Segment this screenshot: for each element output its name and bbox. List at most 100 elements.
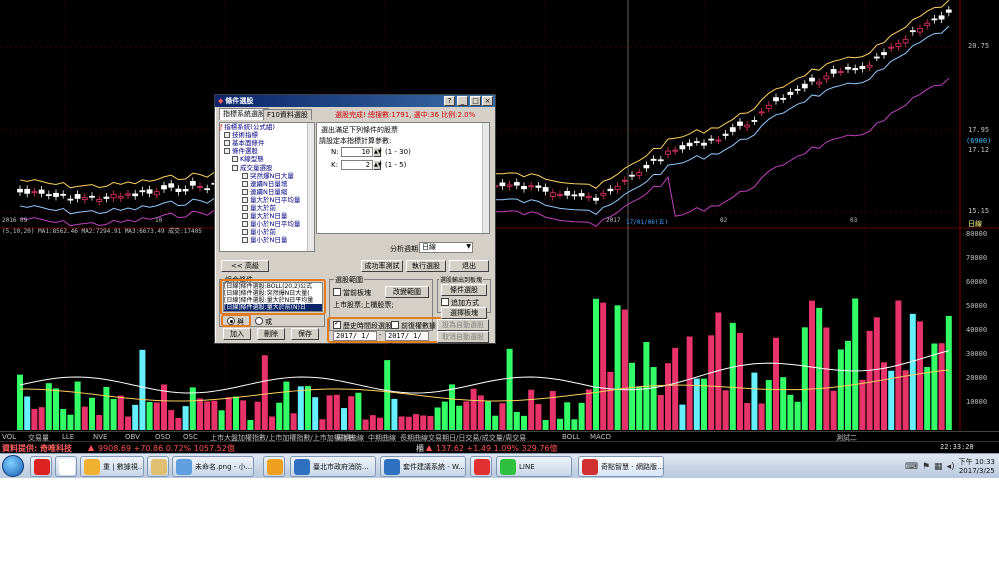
minimize-button[interactable]: _ — [457, 96, 468, 106]
volume-bar — [801, 327, 808, 430]
candle-body — [938, 15, 945, 20]
tree-item-vol-5[interactable]: 量大於前 — [220, 204, 314, 212]
tree-item-vol-9[interactable]: 量小於N日量 — [220, 236, 314, 244]
volume-bar — [297, 386, 304, 430]
network-icon[interactable]: ▦ — [934, 462, 943, 472]
flag-icon[interactable]: ⚑ — [922, 462, 930, 472]
param-scrollbar[interactable] — [482, 123, 489, 233]
tab-f10-screening[interactable]: F10資料選股 — [263, 109, 312, 120]
indicator-tab[interactable]: BOLL — [562, 433, 580, 441]
expand-icon — [232, 156, 238, 163]
tree-item-vol-4[interactable]: 量大於N日平均量 — [220, 196, 314, 204]
taskbar-app-stock[interactable]: 奇點智慧 - 網路版... — [578, 456, 664, 477]
run-screening-button[interactable]: 執行選股 — [406, 260, 446, 272]
language-icon[interactable]: ⌨ — [905, 462, 918, 472]
volume-bar — [621, 309, 628, 430]
volume-bar — [319, 419, 326, 430]
param-title: 選出滿足下列條件的股票 — [321, 126, 398, 134]
k-spinner[interactable]: ▲▼ — [373, 160, 382, 170]
exit-button[interactable]: 退出 — [449, 260, 489, 272]
tree-item-root[interactable]: ƒ 指標系統(公式組) — [220, 123, 314, 131]
taskbar-app-4[interactable] — [147, 456, 169, 477]
change-range-button[interactable]: 改變範圍 — [385, 286, 429, 298]
volume-bar — [837, 349, 844, 430]
choose-board-button[interactable]: 選擇板塊 — [441, 307, 487, 319]
taskbar-app-word[interactable]: 套件建議系統 - W... — [380, 456, 466, 477]
candle-body — [117, 195, 124, 199]
volume-bar — [693, 378, 700, 430]
cancel-auto-button[interactable]: 取消自動選股 — [437, 331, 489, 343]
vol-label-6: 30000 — [966, 350, 988, 358]
taskbar-app-paint[interactable]: 未命名.png - 小... — [172, 456, 254, 477]
taskbar-app-chrome[interactable] — [55, 456, 77, 477]
tree-item-vol-1[interactable]: 突然爆N日大量 — [220, 172, 314, 180]
tree-scrollbar[interactable] — [307, 123, 314, 251]
indicator-tab[interactable]: OBV — [125, 433, 140, 441]
volume-bar — [290, 413, 297, 430]
advanced-button[interactable]: << 高級 — [221, 260, 269, 272]
n-label: N: — [331, 148, 339, 156]
append-checkbox[interactable] — [441, 298, 449, 306]
save-button[interactable]: 保存 — [291, 328, 319, 340]
close-button[interactable]: × — [482, 96, 493, 106]
tree-item-kline[interactable]: K線型態 — [220, 155, 314, 163]
volume-bar — [74, 381, 81, 430]
taskbar-app-1[interactable] — [30, 456, 52, 477]
tree-item-vol-7[interactable]: 量小於N日平均量 — [220, 220, 314, 228]
indicator-tab[interactable]: NVE — [93, 433, 107, 441]
arrow-up-icon: ▲ — [426, 443, 433, 452]
volume-icon[interactable]: ◂) — [947, 462, 955, 472]
help-button[interactable]: ? — [444, 96, 455, 106]
volume-bar — [780, 377, 787, 430]
or-radio[interactable] — [255, 317, 263, 325]
start-button[interactable] — [2, 455, 24, 477]
k-input[interactable]: 2 — [341, 160, 373, 170]
volume-bar — [816, 307, 823, 430]
tree-item-vol-2[interactable]: 連續N日量增 — [220, 180, 314, 188]
tree-item-volume[interactable]: 成交量選股 — [220, 163, 314, 172]
price-label-1: 20.75 — [968, 42, 990, 50]
pdf-icon — [474, 458, 490, 475]
candle-body — [161, 185, 167, 190]
volume-bar — [67, 414, 74, 430]
tree-item-vol-6[interactable]: 量大於N日量 — [220, 212, 314, 220]
condition-board-button[interactable]: 條件選股 — [441, 284, 487, 296]
taskbar-app-6[interactable] — [263, 456, 285, 477]
set-auto-button[interactable]: 設為自動選股 — [437, 319, 489, 331]
n-spinner[interactable]: ▲▼ — [373, 147, 382, 157]
candle-body — [571, 194, 578, 197]
candle-body — [621, 179, 628, 182]
delete-button[interactable]: 刪除 — [257, 328, 285, 340]
n-input[interactable]: 10 — [341, 147, 373, 157]
indicator-tab[interactable]: LLE — [62, 433, 74, 441]
taskbar-app-3[interactable]: 重 | 數據視...5年... — [80, 456, 144, 477]
volume-bar — [593, 298, 599, 430]
candle-body — [607, 188, 614, 192]
tree-item-tech[interactable]: 技術指標 — [220, 131, 314, 139]
tree-item-vol-3[interactable]: 連續N日量縮 — [220, 188, 314, 196]
paint-icon — [176, 458, 192, 475]
taskbar-app-firedept[interactable]: 臺北市政府消防... — [290, 456, 376, 477]
success-test-button[interactable]: 成功率測試 — [361, 260, 403, 272]
tree-item-condition[interactable]: 條件選股 — [220, 147, 314, 155]
taskbar-clock[interactable]: 下午 10:33 2017/3/25 — [959, 458, 995, 476]
period-select[interactable]: 日線 ▼ — [419, 242, 473, 253]
indicator-tab[interactable]: OSC — [183, 433, 198, 441]
volume-bar — [938, 343, 945, 430]
candle-body — [686, 142, 693, 147]
volume-bar — [585, 389, 592, 430]
indicator-tab[interactable]: MACD — [590, 433, 611, 441]
current-board-label: 當前板塊 — [343, 289, 371, 297]
stock-chart[interactable]: 20.75 17.95 (6900) 17.12 15.15 日線 80000 … — [0, 0, 999, 441]
indicator-tree[interactable]: ƒ 指標系統(公式組) 技術指標 基本面條件 條件選股 K線型態 成交量選股 突然… — [219, 122, 315, 252]
taskbar-app-line[interactable]: LINE — [496, 456, 572, 477]
volume-bar — [153, 402, 160, 430]
current-board-checkbox[interactable] — [333, 288, 341, 296]
add-button[interactable]: 加入 — [223, 328, 251, 340]
tab-indicator-screening[interactable]: 指標系統選股 — [219, 108, 269, 120]
ticker-time: 22:33:28 — [940, 443, 974, 451]
taskbar-app-pdf[interactable] — [470, 456, 492, 477]
indicator-tab[interactable]: OSD — [155, 433, 170, 441]
indicator-tab[interactable]: VOL — [2, 433, 16, 441]
maximize-button[interactable]: □ — [470, 96, 481, 106]
